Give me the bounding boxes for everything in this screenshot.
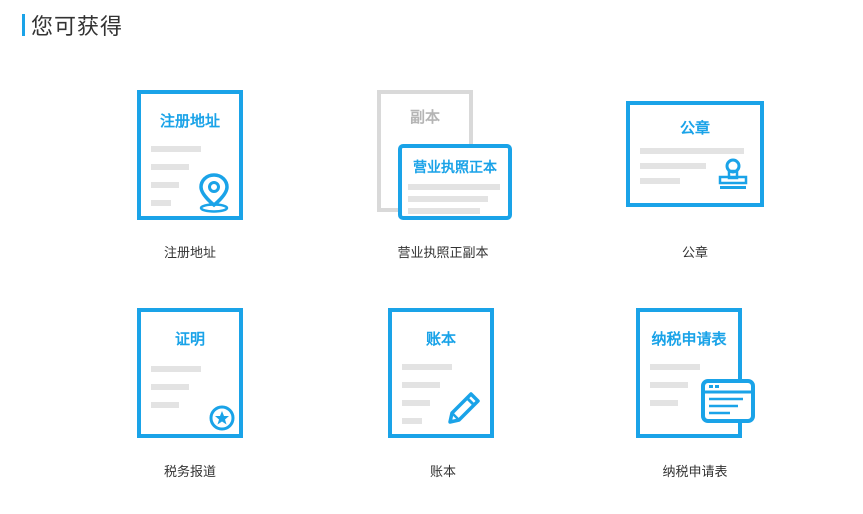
document-card: 证明 <box>137 308 243 438</box>
document-card: 注册地址 <box>137 90 243 220</box>
placeholder-line <box>402 400 430 406</box>
item-caption: 营业执照正副本 <box>397 246 489 261</box>
item-registered-address[interactable]: 注册地址 注册地址 <box>75 90 305 270</box>
item-caption: 公章 <box>681 246 708 261</box>
pencil-icon <box>448 392 480 424</box>
placeholder-line <box>408 196 488 202</box>
placeholder-line <box>151 384 189 390</box>
item-tax-application-form[interactable]: 纳税申请表 纳税申请表 <box>580 308 810 488</box>
item-tax-report[interactable]: 证明 税务报道 <box>75 308 305 488</box>
document-card: 公章 <box>626 101 764 207</box>
placeholder-line <box>640 148 744 154</box>
placeholder-line <box>640 163 706 169</box>
placeholder-line <box>408 184 500 190</box>
placeholder-line <box>151 164 189 170</box>
item-official-seal[interactable]: 公章 公章 <box>580 90 810 270</box>
item-account-book[interactable]: 账本 账本 <box>328 308 558 488</box>
card-title: 公章 <box>679 119 710 137</box>
star-badge-icon <box>209 405 235 431</box>
placeholder-line <box>650 400 678 406</box>
item-business-license[interactable]: 副本 营业执照正本 营业执照正副本 <box>328 90 558 270</box>
card-title: 营业执照正本 <box>413 160 497 176</box>
stamp-icon <box>718 158 748 189</box>
placeholder-line <box>151 200 171 206</box>
item-caption: 纳税申请表 <box>662 465 728 480</box>
form-window-icon <box>701 379 755 423</box>
item-caption: 注册地址 <box>163 246 216 261</box>
card-title: 注册地址 <box>159 112 220 130</box>
placeholder-line <box>650 364 700 370</box>
item-caption: 税务报道 <box>163 465 216 480</box>
card-title: 证明 <box>174 330 205 348</box>
header-accent-bar <box>22 14 25 36</box>
page-title: 您可获得 <box>31 15 124 40</box>
section-header: 您可获得 <box>22 10 123 40</box>
placeholder-line <box>650 382 688 388</box>
placeholder-line <box>402 418 422 424</box>
document-card: 账本 <box>388 308 494 438</box>
placeholder-line <box>408 208 480 214</box>
placeholder-line <box>151 402 179 408</box>
card-title: 账本 <box>425 330 456 348</box>
placeholder-line <box>402 382 440 388</box>
placeholder-line <box>402 364 452 370</box>
license-original-card: 营业执照正本 <box>398 144 512 220</box>
copy-title: 副本 <box>409 108 440 126</box>
placeholder-line <box>640 178 680 184</box>
location-pin-icon <box>199 173 229 213</box>
placeholder-line <box>151 146 201 152</box>
placeholder-line <box>151 366 201 372</box>
placeholder-line <box>151 182 179 188</box>
item-caption: 账本 <box>429 465 456 480</box>
card-title: 纳税申请表 <box>651 330 727 348</box>
